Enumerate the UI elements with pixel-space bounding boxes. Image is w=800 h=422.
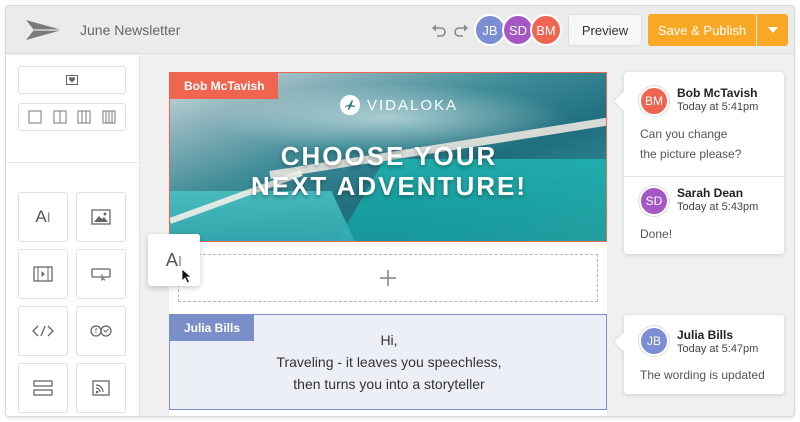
comment-text: The wording is updated	[640, 368, 765, 382]
heart-section-icon	[66, 75, 78, 85]
four-column-icon[interactable]	[102, 110, 116, 124]
headline-line: NEXT ADVENTURE!	[250, 171, 528, 201]
social-block-tool[interactable]: f	[76, 306, 126, 356]
hero-image-block[interactable]: Bob McTavish VIDALOKA CHOOSE YOUR NEXT A…	[169, 72, 607, 242]
two-column-icon[interactable]	[53, 110, 67, 124]
publish-options-dropdown[interactable]	[757, 14, 788, 46]
brand-name: VIDALOKA	[367, 96, 459, 114]
text-line: Traveling - it leaves you speechless,	[276, 354, 502, 370]
text-block-content: Hi, Traveling - it leaves you speechless…	[170, 329, 608, 395]
image-block-tool[interactable]	[76, 192, 126, 242]
divider-block-icon	[33, 380, 53, 396]
mouse-cursor-icon	[181, 268, 193, 284]
button-block-icon	[91, 268, 111, 281]
social-block-icon: f	[90, 325, 112, 337]
paper-plane-logo-icon[interactable]	[24, 18, 64, 42]
one-column-icon[interactable]	[28, 110, 42, 124]
email-canvas: Bob McTavish VIDALOKA CHOOSE YOUR NEXT A…	[169, 72, 607, 416]
text-block[interactable]: Julia Bills Hi, Traveling - it leaves yo…	[169, 314, 607, 410]
comment-text: Can you change the picture please?	[640, 127, 742, 161]
image-block-icon	[91, 209, 111, 225]
layout-row-button[interactable]	[18, 66, 126, 94]
divider-block-tool[interactable]	[18, 363, 68, 413]
undo-icon[interactable]	[430, 21, 448, 39]
text-line: Hi,	[380, 332, 398, 348]
comment-thread: BM Bob McTavish Today at 5:41pm Can you …	[614, 72, 784, 254]
video-block-tool[interactable]	[18, 249, 68, 299]
comment-separator	[624, 176, 784, 177]
preview-button[interactable]: Preview	[568, 14, 642, 46]
card-pointer	[614, 91, 634, 111]
text-line: then turns you into a storyteller	[293, 376, 485, 392]
collaborator-avatar[interactable]: BM	[530, 14, 562, 46]
blocks-panel: AI f	[6, 55, 140, 416]
video-block-icon	[33, 266, 53, 282]
text-block-icon: AI	[165, 249, 183, 270]
column-layouts	[18, 103, 126, 131]
brand-logo: VIDALOKA	[340, 95, 458, 115]
html-block-tool[interactable]	[18, 306, 68, 356]
text-block-tool[interactable]: AI	[18, 192, 68, 242]
add-block-dropzone[interactable]	[178, 254, 598, 302]
panel-divider	[6, 162, 140, 163]
chevron-down-icon	[767, 27, 778, 33]
save-publish-button[interactable]: Save & Publish	[648, 14, 756, 46]
comment-time: Today at 5:43pm	[677, 201, 759, 213]
html-block-icon	[32, 325, 54, 337]
redo-icon[interactable]	[452, 21, 470, 39]
card-pointer	[614, 332, 634, 352]
button-block-tool[interactable]	[76, 249, 126, 299]
commenter-name: Julia Bills	[677, 328, 734, 342]
comment-thread: JB Julia Bills Today at 5:47pm The wordi…	[614, 315, 784, 394]
editor-window: June Newsletter JB SD BM Preview Save & …	[5, 5, 795, 417]
rss-block-icon	[92, 380, 110, 396]
text-block-icon: AI	[35, 207, 51, 226]
top-bar: June Newsletter JB SD BM Preview Save & …	[6, 6, 794, 54]
commenter-avatar[interactable]: BM	[639, 86, 669, 116]
svg-text:f: f	[95, 329, 97, 336]
comment-text: Done!	[640, 227, 673, 241]
plane-icon	[340, 95, 360, 115]
editor-tag-bob: Bob McTavish	[170, 73, 279, 99]
commenter-avatar[interactable]: SD	[639, 186, 669, 216]
comment-time: Today at 5:47pm	[677, 343, 759, 355]
headline-line: CHOOSE YOUR	[280, 141, 498, 171]
commenter-avatar[interactable]: JB	[639, 326, 669, 356]
rss-block-tool[interactable]	[76, 363, 126, 413]
commenter-name: Sarah Dean	[677, 186, 744, 200]
document-title[interactable]: June Newsletter	[80, 22, 180, 38]
commenter-name: Bob McTavish	[677, 86, 758, 100]
three-column-icon[interactable]	[77, 110, 91, 124]
hero-headline: CHOOSE YOUR NEXT ADVENTURE!	[170, 141, 606, 201]
plus-icon	[380, 270, 396, 286]
comment-time: Today at 5:41pm	[677, 101, 759, 113]
